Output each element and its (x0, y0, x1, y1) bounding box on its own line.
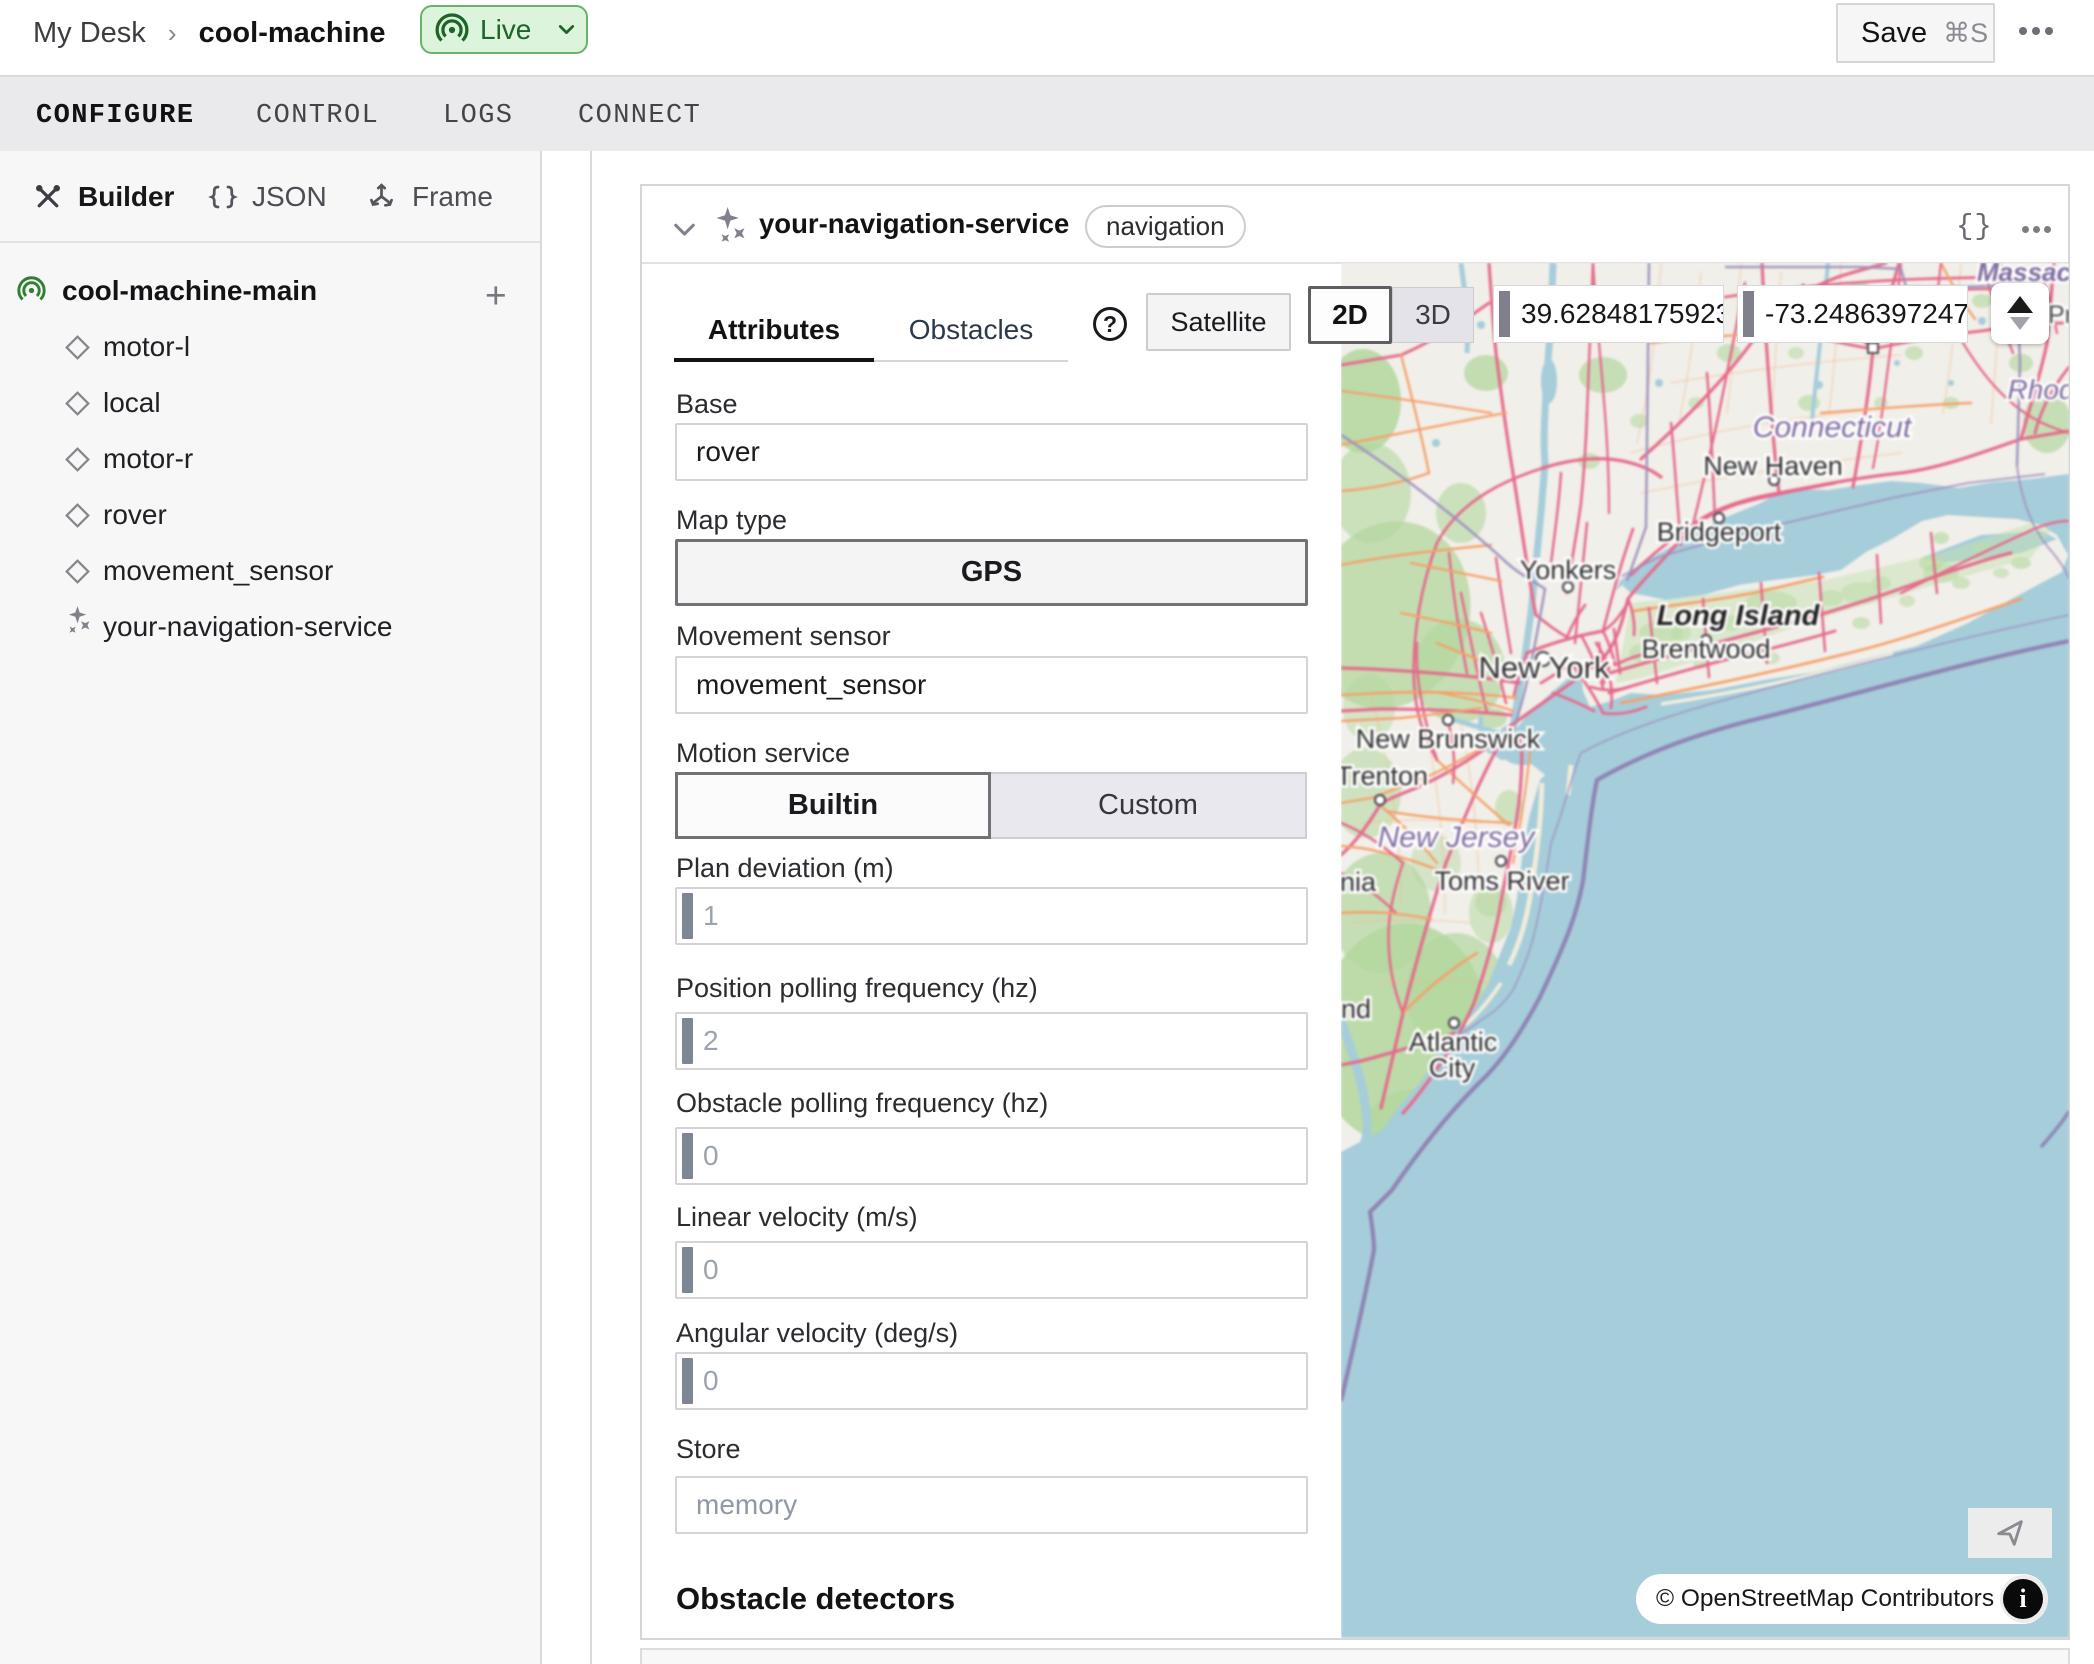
svg-text:New York: New York (1479, 650, 1610, 685)
svg-text:Bridgeport: Bridgeport (1657, 517, 1782, 547)
svg-text:City: City (1429, 1053, 1476, 1083)
svg-text:New Jersey: New Jersey (1378, 821, 1537, 854)
svg-text:nd: nd (1341, 994, 1371, 1024)
svg-text:nia: nia (1341, 867, 1377, 897)
svg-text:Toms River: Toms River (1434, 866, 1569, 896)
svg-text:Pro: Pro (2048, 301, 2069, 329)
svg-text:New Brunswick: New Brunswick (1356, 724, 1541, 754)
svg-text:Yonkers: Yonkers (1520, 555, 1617, 585)
svg-text:Brentwood: Brentwood (1641, 634, 1770, 664)
svg-text:Long Island: Long Island (1657, 600, 1821, 632)
svg-text:Trenton: Trenton (1341, 761, 1428, 791)
svg-text:Rhod: Rhod (2008, 374, 2069, 405)
svg-text:New Haven: New Haven (1703, 451, 1843, 481)
svg-text:Connecticut: Connecticut (1753, 411, 1913, 444)
